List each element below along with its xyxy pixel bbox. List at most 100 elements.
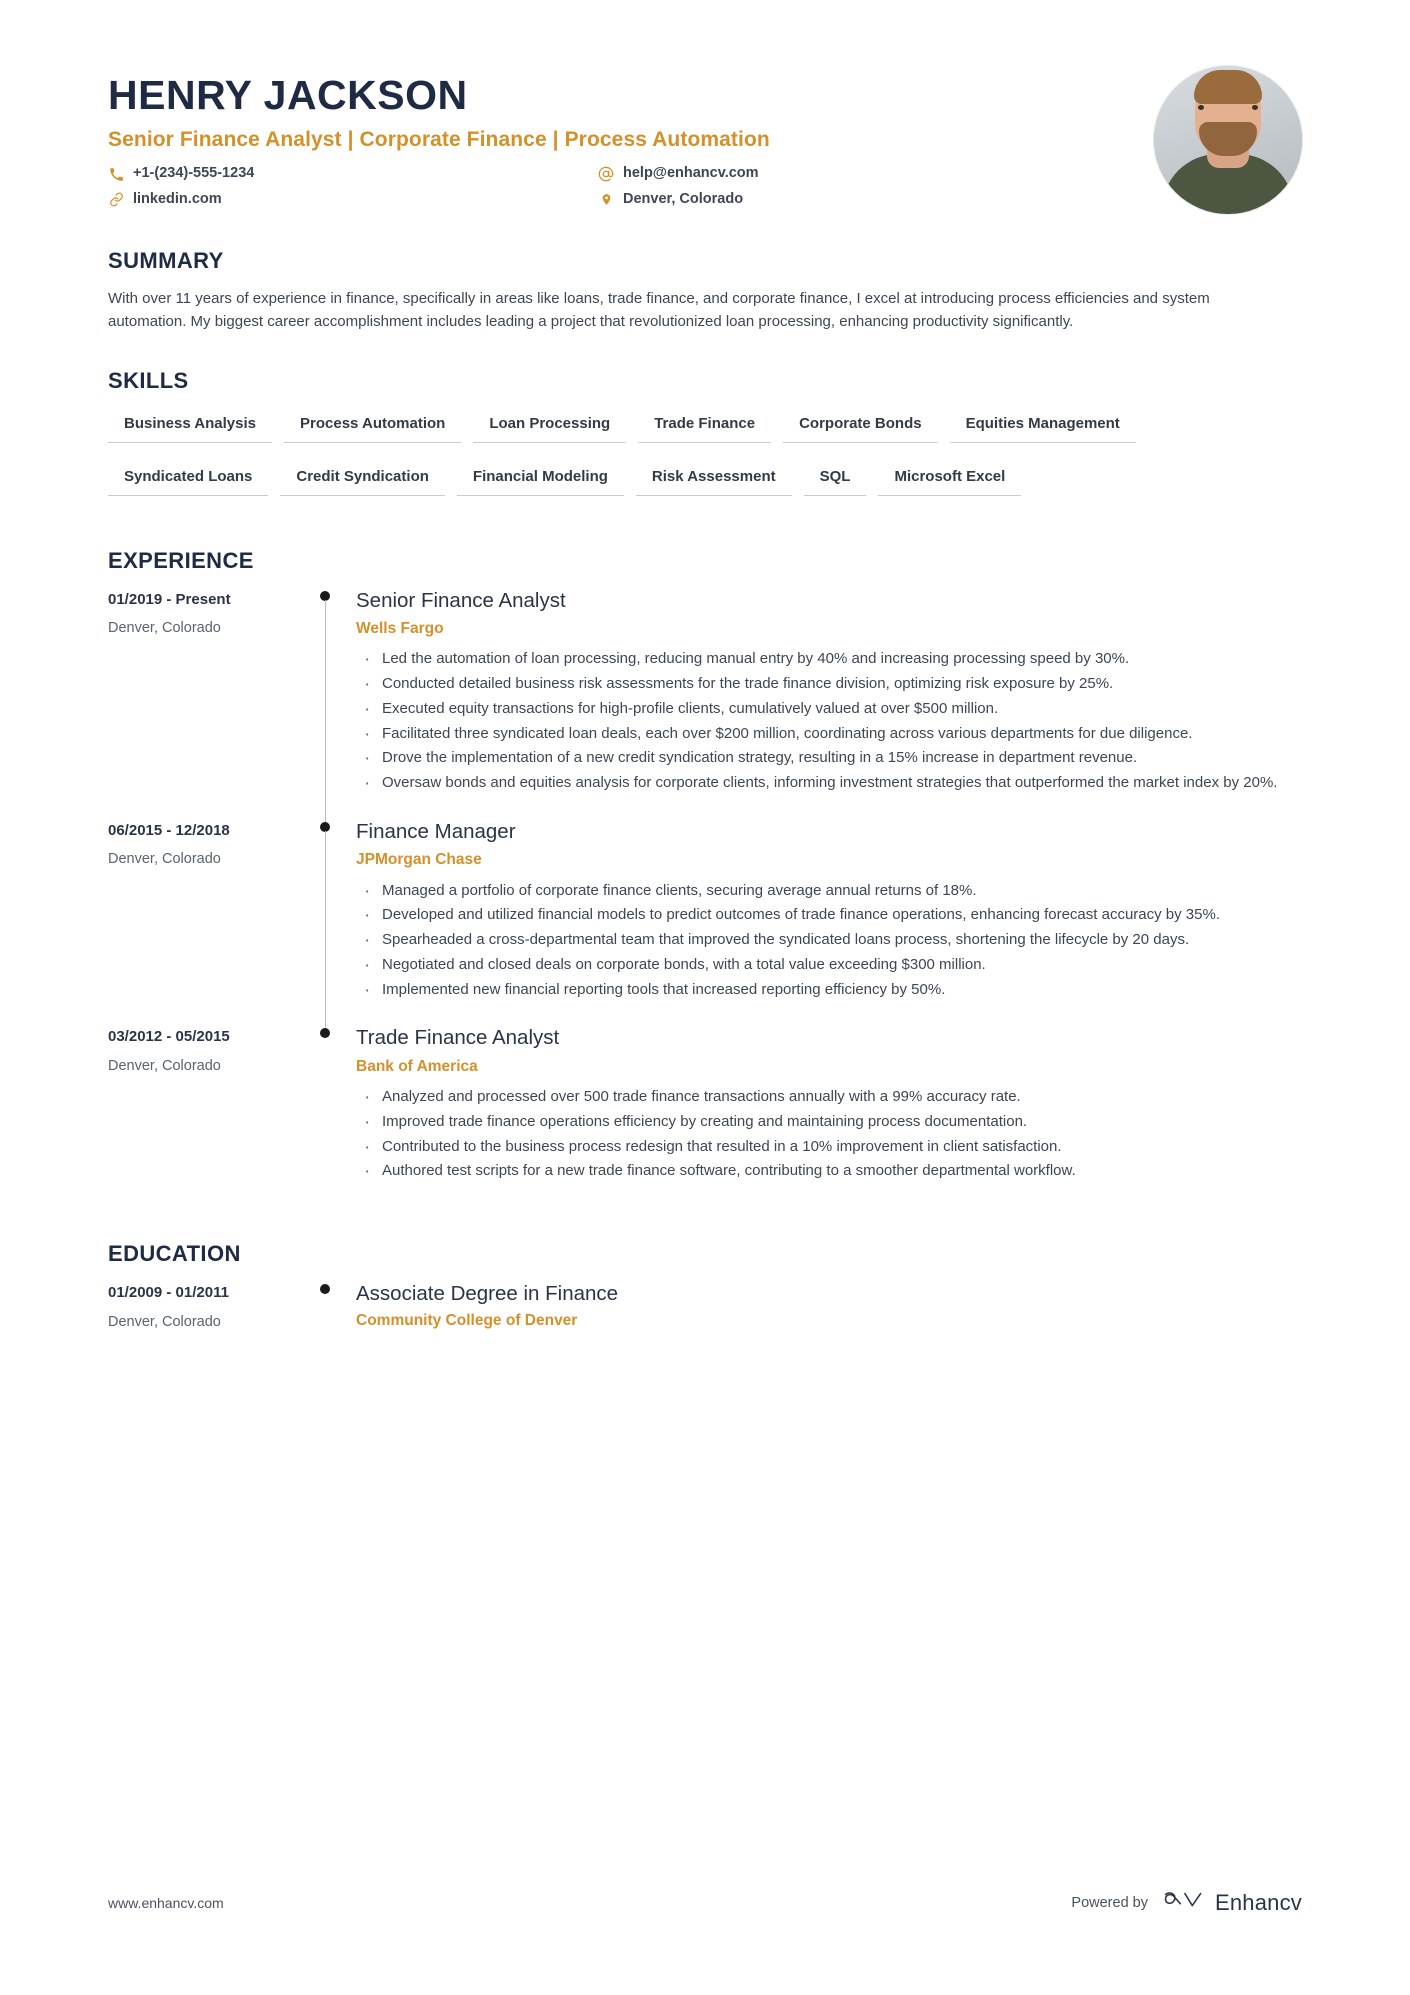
- entry-date: 03/2012 - 05/2015: [108, 1028, 230, 1046]
- skill-chip: Microsoft Excel: [878, 461, 1022, 496]
- entry-title: Finance Manager: [356, 819, 516, 843]
- page-footer: www.enhancv.com Powered by Enhancv: [108, 1888, 1302, 1917]
- entry-bullet: Managed a portfolio of corporate finance…: [356, 878, 1302, 905]
- resume-page: HENRY JACKSON Senior Finance Analyst | C…: [0, 0, 1410, 1995]
- experience-entry: 01/2019 - Present Denver, Colorado Senior …: [108, 588, 1302, 825]
- summary-heading: SUMMARY: [108, 248, 224, 273]
- entry-title: Senior Finance Analyst: [356, 588, 566, 612]
- timeline-rail: [308, 1025, 356, 1207]
- powered-by-label: Powered by: [1071, 1894, 1148, 1911]
- contact-email[interactable]: help@enhancv.com: [598, 164, 1154, 184]
- profile-photo-wrapper: [1154, 66, 1302, 214]
- entry-location: Denver, Colorado: [108, 620, 221, 637]
- experience-entry: 03/2012 - 05/2015 Denver, Colorado Trade F…: [108, 1025, 1302, 1207]
- entry-bullet: Negotiated and closed deals on corporate…: [356, 952, 1302, 979]
- education-entry: 01/2009 - 01/2011 Denver, Colorado Associa…: [108, 1281, 1302, 1331]
- profile-photo: [1154, 66, 1302, 214]
- enhancv-logo: Enhancv: [1162, 1888, 1302, 1917]
- skills-section: SKILLS Business Analysis Process Automati…: [108, 368, 1302, 514]
- enhancv-mark-icon: [1162, 1888, 1206, 1917]
- contact-location: Denver, Colorado: [598, 190, 1154, 210]
- skill-chip: Risk Assessment: [635, 461, 792, 496]
- entry-bullet: Spearheaded a cross-departmental team th…: [356, 927, 1302, 954]
- entry-body: Senior Finance Analyst Wells Fargo Led the…: [356, 588, 1302, 819]
- phone-icon: [108, 166, 124, 182]
- candidate-headline: Senior Finance Analyst | Corporate Finan…: [108, 128, 770, 152]
- entry-bullet-list: Managed a portfolio of corporate finance…: [356, 878, 1302, 1004]
- contact-phone-text: +1-(234)-555-1234: [133, 165, 255, 182]
- skills-heading: SKILLS: [108, 367, 189, 393]
- skill-chip: Credit Syndication: [280, 461, 445, 496]
- entry-bullet: Drove the implementation of a new credit…: [356, 745, 1302, 772]
- entry-bullet: Led the automation of loan processing, r…: [356, 646, 1302, 673]
- contact-phone[interactable]: +1-(234)-555-1234: [108, 164, 598, 184]
- entry-location: Denver, Colorado: [108, 1057, 221, 1074]
- contact-linkedin[interactable]: linkedin.com: [108, 190, 598, 210]
- entry-bullet-list: Analyzed and processed over 500 trade fi…: [356, 1084, 1302, 1185]
- entry-date: 06/2015 - 12/2018: [108, 821, 230, 839]
- entry-body: Finance Manager JPMorgan Chase Managed a p…: [356, 819, 1302, 1026]
- skill-chip: Syndicated Loans: [108, 461, 269, 496]
- entry-bullet: Implemented new financial reporting tool…: [356, 977, 1302, 1004]
- entry-bullet: Conducted detailed business risk assessm…: [356, 671, 1302, 698]
- timeline-line: [324, 599, 326, 825]
- entry-meta: 01/2019 - Present Denver, Colorado: [108, 588, 308, 819]
- entry-body: Associate Degree in Finance Community Col…: [356, 1281, 1302, 1331]
- skill-chip: Business Analysis: [108, 408, 273, 443]
- entry-location: Denver, Colorado: [108, 851, 221, 868]
- skill-chip: Loan Processing: [473, 408, 627, 443]
- entry-title: Associate Degree in Finance: [356, 1282, 619, 1306]
- at-icon: [598, 166, 614, 182]
- experience-heading: EXPERIENCE: [108, 547, 254, 573]
- education-entries: 01/2009 - 01/2011 Denver, Colorado Associa…: [108, 1281, 1302, 1331]
- education-section: EDUCATION 01/2009 - 01/2011 Denver, Color…: [108, 1241, 1302, 1331]
- entry-bullet: Oversaw bonds and equities analysis for …: [356, 770, 1302, 797]
- entry-date: 01/2019 - Present: [108, 590, 231, 608]
- experience-entry: 06/2015 - 12/2018 Denver, Colorado Finance…: [108, 819, 1302, 1032]
- entry-bullet: Executed equity transactions for high-pr…: [356, 696, 1302, 723]
- timeline-rail: [308, 588, 356, 825]
- entry-meta: 01/2009 - 01/2011 Denver, Colorado: [108, 1281, 308, 1331]
- timeline-dot-icon: [320, 1028, 330, 1039]
- candidate-name: HENRY JACKSON: [108, 72, 468, 118]
- entry-title: Trade Finance Analyst: [356, 1026, 560, 1050]
- entry-bullet: Facilitated three syndicated loan deals,…: [356, 721, 1302, 748]
- footer-website[interactable]: www.enhancv.com: [108, 1895, 224, 1911]
- experience-section: EXPERIENCE 01/2019 - Present Denver, Colo…: [108, 548, 1302, 1208]
- skill-chip: Financial Modeling: [456, 461, 624, 496]
- entry-date: 01/2009 - 01/2011: [108, 1284, 229, 1302]
- contact-location-text: Denver, Colorado: [623, 190, 744, 207]
- entry-bullet: Developed and utilized financial models …: [356, 902, 1302, 929]
- skill-chip: Trade Finance: [638, 408, 772, 443]
- entry-bullet: Contributed to the business process rede…: [356, 1134, 1302, 1161]
- entry-bullet: Improved trade finance operations effici…: [356, 1109, 1302, 1136]
- skill-chip: Process Automation: [284, 408, 462, 443]
- skill-chip: Corporate Bonds: [783, 408, 938, 443]
- entry-location: Denver, Colorado: [108, 1313, 221, 1330]
- skill-chip: SQL: [803, 461, 867, 496]
- timeline-rail: [308, 819, 356, 1032]
- timeline-line: [324, 830, 326, 1032]
- entry-body: Trade Finance Analyst Bank of America Anal…: [356, 1025, 1302, 1207]
- entry-company: Wells Fargo: [356, 620, 444, 638]
- resume-header: HENRY JACKSON Senior Finance Analyst | C…: [108, 62, 1302, 214]
- entry-meta: 03/2012 - 05/2015 Denver, Colorado: [108, 1025, 308, 1207]
- link-icon: [108, 192, 124, 208]
- entry-bullet: Analyzed and processed over 500 trade fi…: [356, 1084, 1302, 1111]
- timeline-dot-icon: [320, 1284, 330, 1295]
- education-heading: EDUCATION: [108, 1241, 241, 1267]
- header-text-block: HENRY JACKSON Senior Finance Analyst | C…: [108, 62, 1154, 209]
- skills-list: Business Analysis Process Automation Loan …: [108, 408, 1302, 514]
- entry-company: Community College of Denver: [356, 1311, 578, 1329]
- entry-meta: 06/2015 - 12/2018 Denver, Colorado: [108, 819, 308, 1026]
- location-pin-icon: [598, 192, 614, 208]
- entry-bullet: Authored test scripts for a new trade fi…: [356, 1158, 1302, 1185]
- footer-brand-block: Powered by Enhancv: [1071, 1888, 1302, 1917]
- contact-linkedin-text: linkedin.com: [133, 190, 222, 207]
- skill-chip: Equities Management: [949, 408, 1136, 443]
- summary-section: SUMMARY With over 11 years of experience…: [108, 248, 1302, 334]
- summary-text: With over 11 years of experience in fina…: [108, 290, 1210, 330]
- timeline-rail: [308, 1281, 356, 1331]
- experience-entries: 01/2019 - Present Denver, Colorado Senior …: [108, 588, 1302, 1208]
- entry-company: JPMorgan Chase: [356, 851, 482, 869]
